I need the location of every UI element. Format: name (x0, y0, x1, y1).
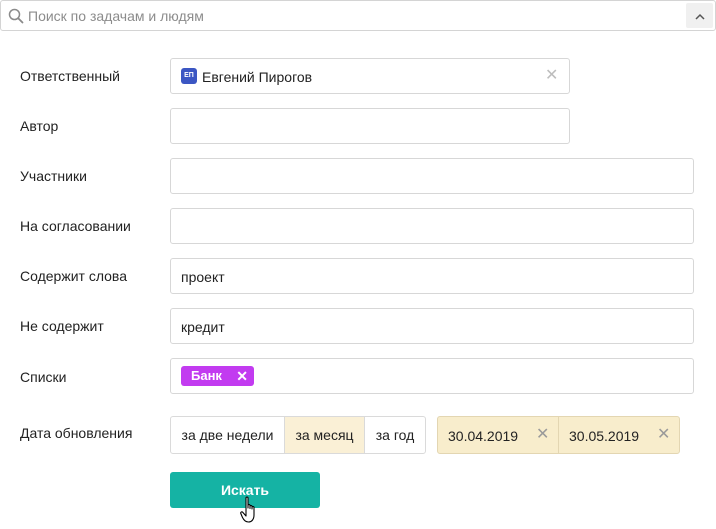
list-tag-label: Банк (191, 368, 222, 383)
author-label: Автор (20, 118, 59, 134)
list-tag: Банк ✕ (181, 366, 254, 386)
contains-words-label: Содержит слова (20, 268, 127, 284)
author-field[interactable] (170, 108, 570, 144)
search-bar (0, 0, 716, 31)
responsible-label: Ответственный (20, 68, 120, 84)
update-date-label: Дата обновления (20, 425, 133, 441)
contains-words-field[interactable]: проект (170, 258, 694, 294)
avatar: ЕП (181, 68, 197, 84)
contains-words-value: проект (181, 269, 225, 285)
not-contains-value: кредит (181, 319, 225, 335)
approval-label: На согласовании (20, 218, 131, 234)
lists-label: Списки (20, 369, 67, 385)
search-icon (8, 8, 24, 24)
close-icon[interactable]: ✕ (236, 366, 248, 386)
period-year-button[interactable]: за год (364, 416, 426, 454)
responsible-field[interactable]: ЕП Евгений Пирогов ✕ (170, 58, 570, 94)
period-two-weeks-button[interactable]: за две недели (170, 416, 285, 454)
period-month-button[interactable]: за месяц (284, 416, 365, 454)
chevron-up-icon (694, 9, 705, 23)
participants-label: Участники (20, 168, 87, 184)
date-to-value: 30.05.2019 (569, 428, 640, 444)
close-icon[interactable]: ✕ (545, 68, 558, 84)
approval-field[interactable] (170, 208, 694, 244)
close-icon[interactable]: ✕ (657, 427, 670, 443)
close-icon[interactable]: ✕ (536, 427, 549, 443)
search-input[interactable] (28, 1, 668, 30)
participants-field[interactable] (170, 158, 694, 194)
period-two-weeks-label: за две недели (181, 427, 274, 443)
not-contains-label: Не содержит (20, 318, 104, 334)
date-to-field[interactable]: 30.05.2019 ✕ (558, 416, 680, 454)
collapse-button[interactable] (686, 3, 713, 28)
hand-pointer-icon (240, 496, 262, 524)
not-contains-field[interactable]: кредит (170, 308, 694, 344)
date-from-field[interactable]: 30.04.2019 ✕ (437, 416, 559, 454)
responsible-user-name: Евгений Пирогов (202, 69, 313, 85)
period-year-label: за год (375, 427, 415, 443)
date-from-value: 30.04.2019 (448, 428, 519, 444)
period-month-label: за месяц (295, 427, 354, 443)
lists-field[interactable]: Банк ✕ (170, 358, 694, 394)
